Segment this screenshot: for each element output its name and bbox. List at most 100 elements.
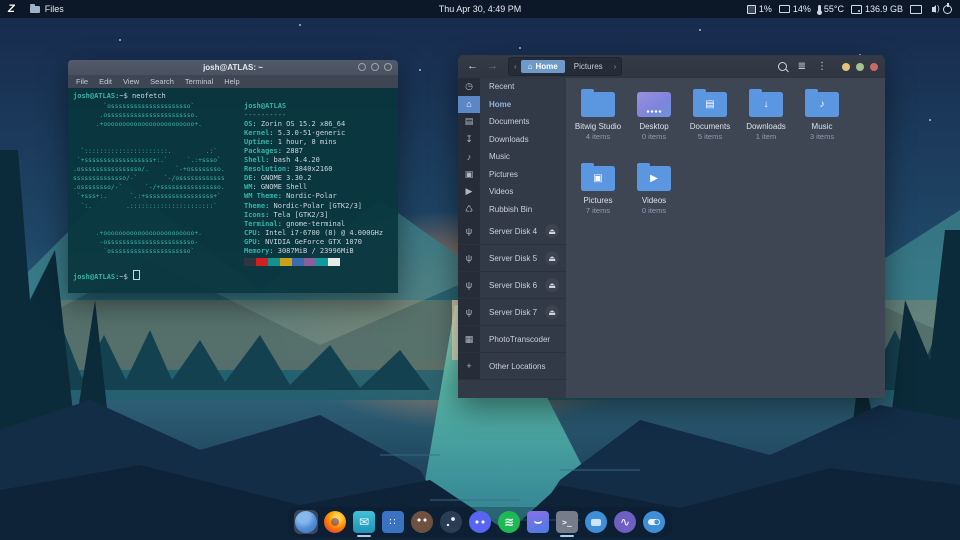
dock-item-files[interactable] [294, 510, 318, 534]
info-label: Terminal [244, 220, 278, 228]
dock-item-recorder[interactable] [584, 510, 608, 534]
info-value: : Intel i7-6700 (8) @ 4.000GHz [257, 229, 383, 237]
indicator-chip[interactable]: 1% [747, 4, 772, 14]
dock-item-firefox[interactable] [323, 510, 347, 534]
info-label: Resolution [244, 165, 286, 173]
folder-music[interactable]: ♪Music3 items [794, 85, 850, 159]
dock-item-settings[interactable] [642, 510, 666, 534]
neofetch-info-line: Theme: Nordic-Polar [GTK2/3] [244, 202, 383, 211]
sidebar-item-server-disk-6[interactable]: ψServer Disk 6⏏ [458, 272, 566, 299]
eject-button[interactable]: ⏏ [545, 278, 559, 292]
menu-help[interactable]: Help [224, 77, 239, 86]
folder-desktop[interactable]: Desktop0 items [626, 85, 682, 159]
forward-button[interactable]: → [485, 61, 500, 72]
close-button[interactable] [870, 63, 878, 71]
info-value: : 5.3.0-51-generic [269, 129, 345, 137]
clock[interactable]: Thu Apr 30, 4:49 PM [439, 4, 522, 14]
dock-item-spotify[interactable]: ≋ [497, 510, 521, 534]
dock-item-bitwig[interactable]: ∷ [381, 510, 405, 534]
sidebar-item-other-locations[interactable]: +Other Locations [458, 353, 566, 380]
neofetch-info-line: CPU: Intel i7-6700 (8) @ 4.000GHz [244, 229, 383, 238]
folder-pictures[interactable]: ▣Pictures7 items [570, 159, 626, 233]
neofetch-info-line: Memory: 3087MiB / 23996MiB [244, 247, 383, 256]
chevron-left-icon[interactable]: ‹ [512, 62, 519, 71]
folder-documents[interactable]: ▤Documents5 items [682, 85, 738, 159]
zorin-menu-icon[interactable]: Z [8, 3, 14, 15]
sidebar-item-server-disk-4[interactable]: ψServer Disk 4⏏ [458, 218, 566, 245]
menu-file[interactable]: File [76, 77, 88, 86]
recorder-icon [585, 511, 607, 533]
sidebar-item-home[interactable]: ⌂Home [458, 96, 566, 114]
eject-button[interactable]: ⏏ [545, 305, 559, 319]
indicator-thermo[interactable]: 55°C [818, 4, 844, 14]
terminal-body[interactable]: josh@ATLAS:~$ neofetch `osssssssssssssss… [68, 88, 398, 293]
memory-icon [779, 5, 790, 13]
palette-swatch [304, 258, 316, 266]
sidebar-item-downloads[interactable]: ↧Downloads [458, 131, 566, 149]
neofetch-host: josh@ATLAS [244, 102, 383, 111]
menu-view[interactable]: View [123, 77, 139, 86]
sidebar-item-pictures[interactable]: ▣Pictures [458, 166, 566, 184]
trash-icon: ♺ [458, 201, 480, 219]
search-icon[interactable] [778, 62, 787, 71]
breadcrumb-label: Home [536, 62, 558, 71]
info-value: : NVIDIA GeForce GTX 1070 [257, 238, 362, 246]
sidebar-item-music[interactable]: ♪Music [458, 148, 566, 166]
folder-videos[interactable]: ▶Videos0 items [626, 159, 682, 233]
indicator-card[interactable]: 14% [779, 4, 811, 14]
files-headerbar[interactable]: ← → ‹⌂HomePictures› ≣ ⋮ [458, 55, 885, 78]
dock-item-audacity[interactable]: ∿ [613, 510, 637, 534]
breadcrumb-pictures[interactable]: Pictures [567, 60, 610, 73]
menu-terminal[interactable]: Terminal [185, 77, 213, 86]
dock-item-mail[interactable]: ✉ [352, 510, 376, 534]
folder-icon [581, 92, 615, 117]
sidebar-item-videos[interactable]: ▶Videos [458, 183, 566, 201]
app-menu[interactable]: Files [24, 0, 70, 18]
sidebar-item-phototranscoder[interactable]: ▦PhotoTranscoder [458, 326, 566, 353]
dock-item-software[interactable]: ⌣ [526, 510, 550, 534]
maximize-button[interactable] [856, 63, 864, 71]
dock-item-discord[interactable] [468, 510, 492, 534]
sidebar-item-recent[interactable]: ◷Recent [458, 78, 566, 96]
folder-emblem-icon: ♪ [820, 100, 825, 110]
menu-kebab-icon[interactable]: ⋮ [817, 62, 827, 72]
folder-name: Music [812, 122, 833, 131]
breadcrumb-home[interactable]: ⌂Home [521, 60, 565, 73]
gimp-icon [411, 511, 433, 533]
palette-swatch [316, 258, 328, 266]
sidebar-item-documents[interactable]: ▤Documents [458, 113, 566, 131]
terminal-menubar: File Edit View Search Terminal Help [68, 75, 398, 88]
sidebar-item-label: PhotoTranscoder [480, 335, 566, 344]
dock-item-gimp[interactable] [410, 510, 434, 534]
folder-item-count: 1 item [756, 132, 776, 141]
sidebar-item-server-disk-7[interactable]: ψServer Disk 7⏏ [458, 299, 566, 326]
home-icon: ⌂ [458, 96, 480, 114]
view-list-icon[interactable]: ≣ [798, 62, 806, 72]
folder-downloads[interactable]: ↓Downloads1 item [738, 85, 794, 159]
back-button[interactable]: ← [465, 61, 480, 72]
folder-bitwig-studio[interactable]: Bitwig Studio4 items [570, 85, 626, 159]
menu-search[interactable]: Search [150, 77, 174, 86]
indicator-disk[interactable]: 136.9 GB [851, 4, 903, 14]
folder-emblem-icon: ▣ [593, 174, 602, 184]
menu-edit[interactable]: Edit [99, 77, 112, 86]
sidebar-item-server-disk-5[interactable]: ψServer Disk 5⏏ [458, 245, 566, 272]
terminal-titlebar[interactable]: josh@ATLAS: ~ [68, 60, 398, 75]
maximize-button[interactable] [371, 63, 379, 71]
display-indicator[interactable] [910, 4, 922, 14]
folder-icon: ▶ [637, 166, 671, 191]
file-browser-area[interactable]: Bitwig Studio4 itemsDesktop0 items▤Docum… [566, 78, 885, 398]
minimize-button[interactable] [358, 63, 366, 71]
sidebar-item-rubbish-bin[interactable]: ♺Rubbish Bin [458, 201, 566, 219]
system-monitor[interactable]: 1% 14% 55°C 136.9 GB [747, 4, 903, 14]
dock-item-steam[interactable] [439, 510, 463, 534]
volume-indicator[interactable] [929, 7, 936, 12]
dock-item-terminal[interactable]: >_ [555, 510, 579, 534]
eject-button[interactable]: ⏏ [545, 251, 559, 265]
close-button[interactable] [384, 63, 392, 71]
indicator-value: 1% [759, 4, 772, 14]
power-indicator[interactable] [943, 5, 952, 14]
eject-button[interactable]: ⏏ [545, 224, 559, 238]
minimize-button[interactable] [842, 63, 850, 71]
chevron-right-icon[interactable]: › [612, 62, 619, 71]
